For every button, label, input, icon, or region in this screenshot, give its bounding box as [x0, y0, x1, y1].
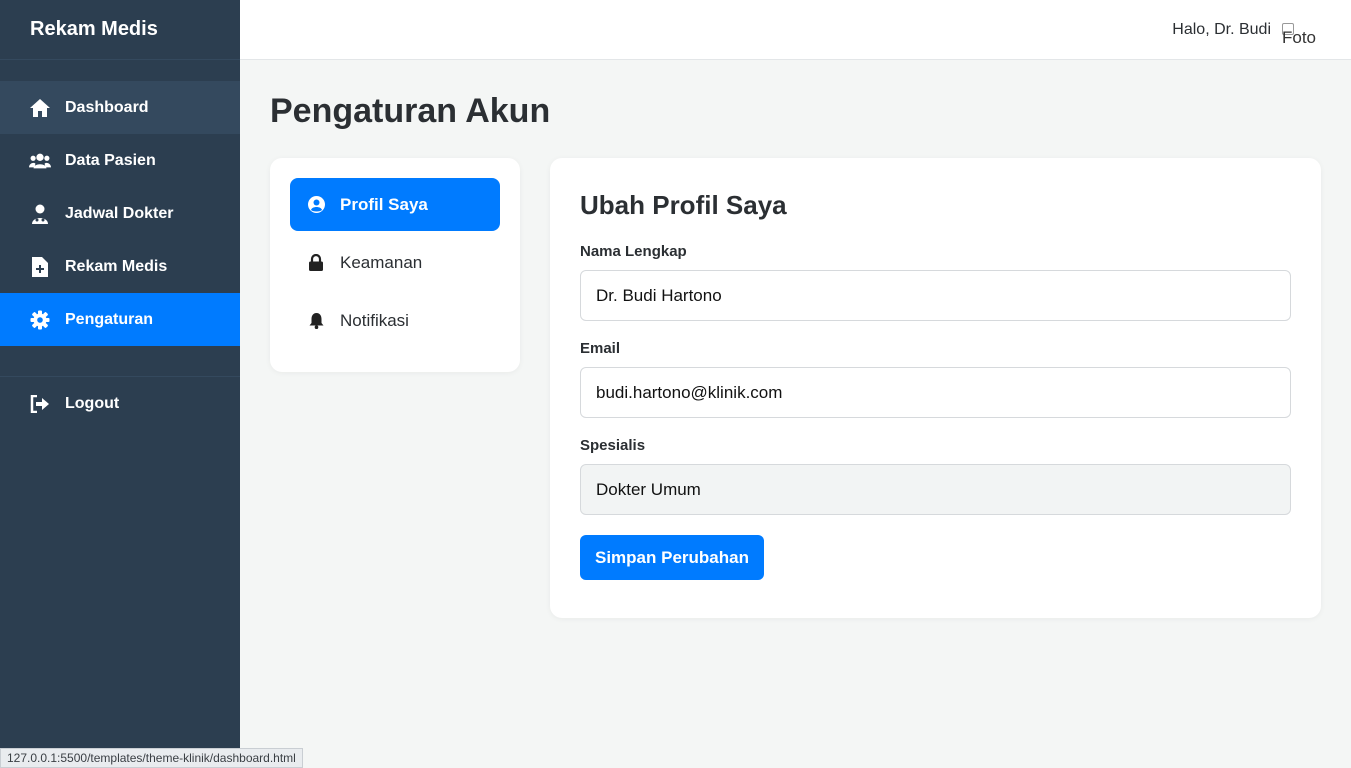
user-greeting: Halo, Dr. Budi	[1172, 20, 1271, 38]
sidebar-item-rekam-medis[interactable]: Rekam Medis	[0, 240, 240, 293]
specialty-label: Spesialis	[580, 437, 646, 454]
logout-button[interactable]: Logout	[0, 377, 240, 430]
settings-menu-notifikasi[interactable]: Notifikasi	[290, 294, 500, 347]
save-button[interactable]: Simpan Perubahan	[580, 535, 764, 580]
brand-title: Rekam Medis	[0, 0, 240, 60]
profile-form-card: Ubah Profil Saya Nama Lengkap Email Spes…	[550, 158, 1321, 618]
sidebar-item-label: Data Pasien	[65, 151, 156, 169]
doctor-icon	[29, 203, 51, 225]
sidebar-nav: Dashboard Data Pasien Jadwal Dokter Reka…	[0, 81, 240, 346]
settings-menu-keamanan[interactable]: Keamanan	[290, 236, 500, 289]
sidebar-item-data-pasien[interactable]: Data Pasien	[0, 134, 240, 187]
gear-icon	[29, 309, 51, 331]
lock-icon	[307, 254, 325, 272]
settings-menu-label: Keamanan	[340, 252, 423, 272]
sidebar-item-pengaturan[interactable]: Pengaturan	[0, 293, 240, 346]
specialty-field	[580, 464, 1291, 515]
settings-menu-profil[interactable]: Profil Saya	[290, 178, 500, 231]
bell-icon	[307, 312, 325, 330]
sidebar-item-label: Jadwal Dokter	[65, 204, 174, 222]
full-name-field[interactable]	[580, 270, 1291, 321]
page-title: Pengaturan Akun	[270, 92, 551, 130]
avatar-alt-text: Foto	[1282, 27, 1317, 47]
sidebar-item-label: Rekam Medis	[65, 257, 168, 275]
email-label: Email	[580, 340, 621, 357]
users-icon	[29, 150, 51, 172]
status-bar-url: 127.0.0.1:5500/templates/theme-klinik/da…	[0, 748, 303, 768]
settings-menu-label: Profil Saya	[340, 194, 428, 214]
email-field[interactable]	[580, 367, 1291, 418]
sidebar-item-label: Pengaturan	[65, 310, 154, 328]
sidebar-item-label: Dashboard	[65, 98, 149, 116]
form-title: Ubah Profil Saya	[580, 190, 787, 220]
user-circle-icon	[307, 196, 325, 214]
logout-label: Logout	[65, 394, 120, 412]
sidebar-item-dashboard[interactable]: Dashboard	[0, 81, 240, 134]
name-label: Nama Lengkap	[580, 243, 687, 260]
top-bar: Halo, Dr. Budi Foto	[240, 0, 1351, 60]
settings-menu: Profil Saya Keamanan Notifikasi	[270, 158, 520, 372]
file-medical-icon	[29, 256, 51, 278]
home-icon	[29, 97, 51, 119]
settings-menu-label: Notifikasi	[340, 310, 409, 330]
sidebar: Rekam Medis Dashboard Data Pasien Jadwal…	[0, 0, 303, 768]
sidebar-item-jadwal-dokter[interactable]: Jadwal Dokter	[0, 187, 240, 240]
avatar[interactable]: Foto	[1281, 12, 1317, 48]
logout-icon	[29, 393, 51, 415]
